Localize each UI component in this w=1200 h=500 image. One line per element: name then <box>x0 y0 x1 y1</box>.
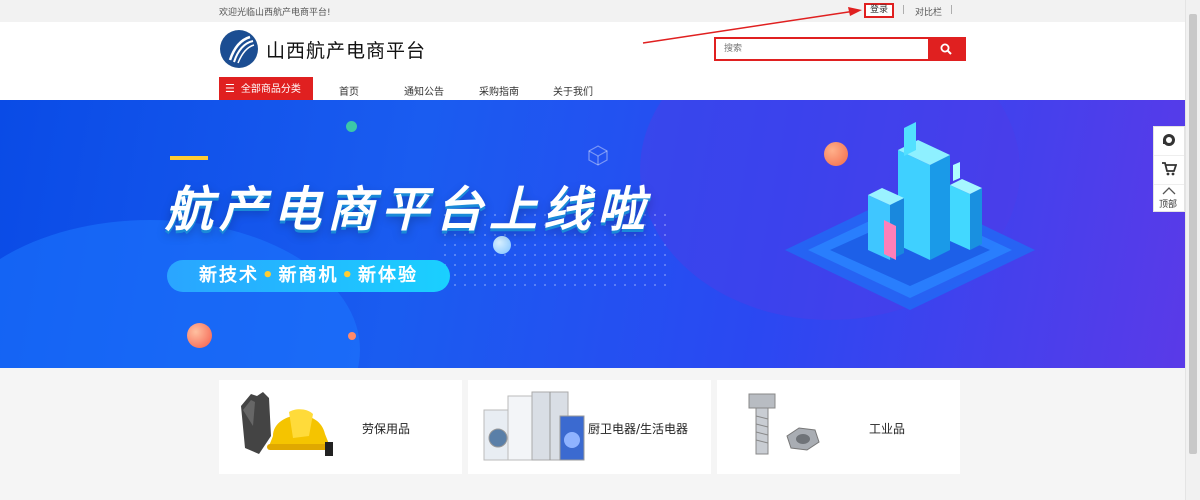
search-icon <box>940 43 952 55</box>
tagline-item: 新商机 <box>278 265 339 286</box>
banner-tagline: 新技术 • 新商机 • 新体验 <box>167 260 450 292</box>
cube-icon <box>588 145 608 166</box>
category-label: 工业品 <box>869 422 906 436</box>
nav-home[interactable]: 首页 <box>339 83 359 98</box>
tagline-dot: • <box>341 265 356 286</box>
compare-link[interactable]: 对比栏 <box>915 5 942 18</box>
search-button[interactable] <box>928 39 964 59</box>
side-toolbar: 顶部 <box>1153 126 1185 212</box>
chevron-up-icon <box>1162 187 1176 195</box>
top-bar: 欢迎光临山西航产电商平台! 登录 | 对比栏 | <box>0 0 1185 23</box>
customer-service-icon <box>1163 134 1175 146</box>
customer-service-button[interactable] <box>1154 127 1184 156</box>
separator: | <box>950 5 954 15</box>
category-card-safety[interactable]: 劳保用品 <box>219 380 462 474</box>
login-link[interactable]: 登录 <box>864 3 894 18</box>
bolt-nut-icon <box>748 393 820 455</box>
decor-ball <box>187 323 212 348</box>
site-title[interactable]: 山西航产电商平台 <box>266 36 426 63</box>
nav-purchase-guide[interactable]: 采购指南 <box>479 83 519 98</box>
banner-title: 航产电商平台上线啦 <box>165 182 652 238</box>
page-scrollbar[interactable] <box>1185 0 1200 500</box>
category-label: 劳保用品 <box>362 422 411 436</box>
logo-icon[interactable] <box>220 30 258 68</box>
tagline-item: 新体验 <box>358 265 419 286</box>
site-header: 山西航产电商平台 ☰ 全部商品分类 首页 通知公告 采购指南 关于我们 <box>0 22 1185 100</box>
menu-icon: ☰ <box>225 82 235 95</box>
cart-icon <box>1162 162 1177 176</box>
decor-blob <box>0 220 360 368</box>
accent-line <box>170 156 208 160</box>
all-categories-label: 全部商品分类 <box>240 84 301 95</box>
scrollbar-thumb[interactable] <box>1189 14 1197 454</box>
tagline-item: 新技术 <box>198 265 259 286</box>
nav-notices[interactable]: 通知公告 <box>404 83 444 98</box>
all-categories-button[interactable]: ☰ 全部商品分类 <box>219 77 313 100</box>
gloves-helmet-icon <box>241 392 333 456</box>
tagline-dot: • <box>261 265 276 286</box>
search-box <box>714 37 966 61</box>
appliances-icon <box>483 391 585 461</box>
decor-ball <box>346 121 357 132</box>
back-to-top-label: 顶部 <box>1159 200 1178 210</box>
category-card-industrial[interactable]: 工业品 <box>717 380 960 474</box>
category-label: 厨卫电器/生活电器 <box>588 422 689 436</box>
separator: | <box>902 5 906 15</box>
decor-ball <box>348 332 356 340</box>
city-illustration <box>785 122 1035 310</box>
nav-about-us[interactable]: 关于我们 <box>553 83 593 98</box>
hero-banner[interactable]: 航产电商平台上线啦 新技术 • 新商机 • 新体验 <box>0 100 1185 368</box>
category-card-appliances[interactable]: 厨卫电器/生活电器 <box>468 380 711 474</box>
cart-button[interactable] <box>1154 156 1184 185</box>
search-input[interactable] <box>716 39 928 59</box>
welcome-text: 欢迎光临山西航产电商平台! <box>219 8 331 18</box>
